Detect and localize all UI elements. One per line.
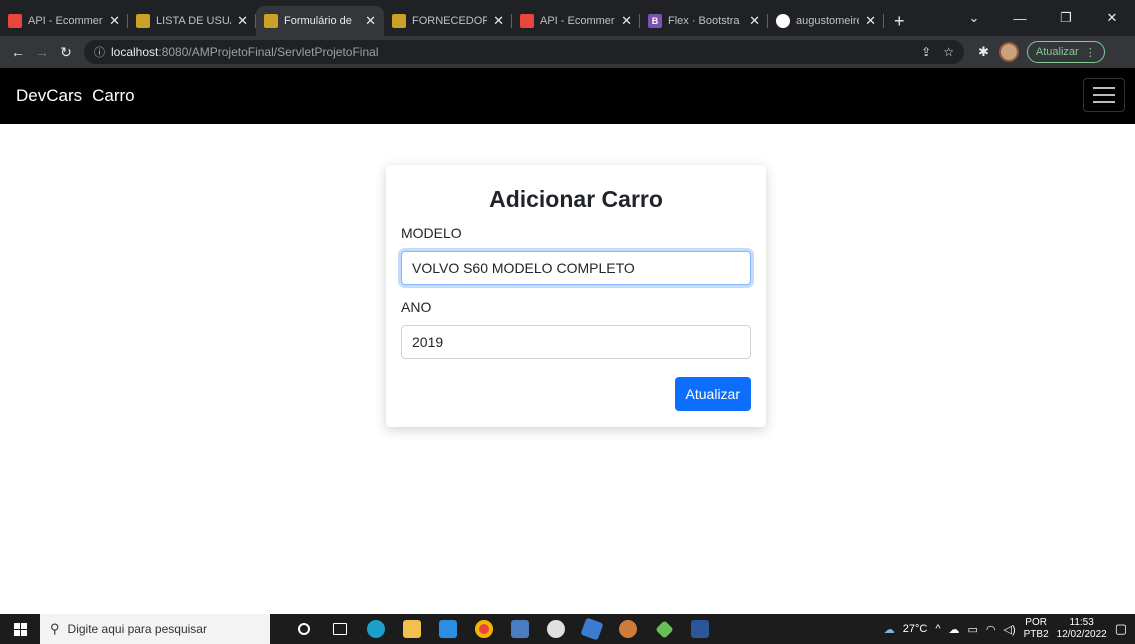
tab-formulario[interactable]: Formulário de ✕ — [256, 6, 384, 36]
language-indicator[interactable]: POR PTB2 — [1024, 617, 1049, 641]
url-host: localhost — [111, 45, 159, 59]
modelo-input[interactable] — [401, 251, 751, 285]
start-button[interactable] — [0, 614, 40, 644]
new-tab-button[interactable]: + — [884, 6, 915, 36]
extensions-puzzle-icon[interactable]: ✱ — [978, 44, 989, 60]
app-icon-diamond[interactable] — [646, 614, 682, 644]
app-icon-round[interactable] — [538, 614, 574, 644]
share-icon[interactable]: ⇪ — [921, 45, 931, 59]
forward-icon[interactable]: → — [30, 44, 54, 60]
battery-icon[interactable]: ▭ — [967, 623, 977, 636]
back-icon[interactable]: ← — [6, 44, 30, 60]
cortana-icon[interactable] — [286, 614, 322, 644]
tab-api-ecommerce-2[interactable]: API - Ecommer ✕ — [512, 6, 640, 36]
app-icon-blue[interactable] — [502, 614, 538, 644]
bookmark-star-icon[interactable]: ☆ — [943, 45, 954, 59]
file-explorer-icon[interactable] — [394, 614, 430, 644]
windows-logo-icon — [13, 622, 27, 636]
word-icon[interactable] — [682, 614, 718, 644]
github-favicon-icon — [776, 14, 790, 28]
close-tab-icon[interactable]: ✕ — [109, 13, 120, 29]
window-controls: ⌄ — ❐ ✕ — [951, 0, 1135, 36]
wifi-icon[interactable]: ◠ — [986, 623, 996, 636]
onedrive-cloud-icon[interactable]: ☁ — [948, 623, 959, 636]
tray-chevron-up-icon[interactable]: ^ — [935, 623, 940, 635]
modelo-label: MODELO — [401, 225, 462, 241]
taskbar-search-box[interactable]: ⚲ Digite aqui para pesquisar — [40, 614, 270, 644]
ano-label: ANO — [401, 299, 432, 315]
profile-avatar[interactable] — [998, 42, 1019, 62]
close-tab-icon[interactable]: ✕ — [237, 13, 248, 29]
url-path: :8080/AMProjetoFinal/ServletProjetoFinal — [158, 45, 379, 59]
postman-favicon-icon — [8, 14, 22, 28]
vscode-icon[interactable] — [430, 614, 466, 644]
settings-gear-icon[interactable] — [610, 614, 646, 644]
close-tab-icon[interactable]: ✕ — [749, 13, 760, 29]
close-tab-icon[interactable]: ✕ — [621, 13, 632, 29]
app-icon-pen[interactable] — [574, 614, 610, 644]
tab-flex-bootstrap[interactable]: B Flex · Bootstra ✕ — [640, 6, 768, 36]
minimize-icon[interactable]: — — [997, 11, 1043, 26]
address-bar[interactable]: ⓘ localhost :8080/AMProjetoFinal/Servlet… — [84, 40, 964, 64]
close-window-icon[interactable]: ✕ — [1089, 10, 1135, 26]
atualizar-button[interactable]: Atualizar — [674, 377, 751, 411]
reload-icon[interactable]: ↻ — [54, 44, 78, 61]
windows-taskbar: ⚲ Digite aqui para pesquisar ☁ 27°C ^ ☁ … — [0, 614, 1135, 644]
edge-icon[interactable] — [358, 614, 394, 644]
tab-lista-usuarios[interactable]: LISTA DE USUÁ ✕ — [128, 6, 256, 36]
tab-github[interactable]: augustomeirel ✕ — [768, 6, 884, 36]
add-car-form-card: Adicionar Carro MODELO ANO Atualizar — [386, 165, 766, 427]
search-icon: ⚲ — [50, 621, 60, 636]
close-tab-icon[interactable]: ✕ — [493, 13, 504, 29]
navbar-brand[interactable]: DevCars — [16, 86, 82, 106]
page-favicon-icon — [264, 14, 278, 28]
chrome-icon[interactable] — [466, 614, 502, 644]
volume-icon[interactable]: ◁) — [1004, 623, 1016, 636]
ano-input[interactable] — [401, 325, 751, 359]
task-view-icon[interactable] — [322, 614, 358, 644]
page-favicon-icon — [136, 14, 150, 28]
kebab-menu-icon: ⋮ — [1084, 46, 1096, 59]
maximize-icon[interactable]: ❐ — [1043, 10, 1089, 26]
browser-update-button[interactable]: Atualizar ⋮ — [1026, 41, 1105, 63]
app-navbar: DevCars Carro — [0, 68, 1135, 124]
weather-cloud-icon[interactable]: ☁ — [884, 623, 895, 636]
taskbar-pinned-apps — [286, 614, 718, 644]
tab-api-ecommerce-1[interactable]: API - Ecommer ✕ — [0, 6, 128, 36]
navbar-toggler-hamburger-icon[interactable] — [1083, 78, 1125, 112]
clock[interactable]: 11:53 12/02/2022 — [1057, 617, 1107, 641]
tab-fornecedores[interactable]: FORNECEDORI ✕ — [384, 6, 512, 36]
notifications-icon[interactable]: ▢ — [1115, 621, 1127, 637]
postman-favicon-icon — [520, 14, 534, 28]
browser-tab-strip: API - Ecommer ✕ LISTA DE USUÁ ✕ Formulár… — [0, 0, 1135, 36]
close-tab-icon[interactable]: ✕ — [365, 13, 376, 29]
weather-temp[interactable]: 27°C — [903, 623, 928, 635]
system-tray: ☁ 27°C ^ ☁ ▭ ◠ ◁) POR PTB2 11:53 12/02/2… — [884, 617, 1135, 641]
page-favicon-icon — [392, 14, 406, 28]
bootstrap-favicon-icon: B — [648, 14, 662, 28]
browser-toolbar: ← → ↻ ⓘ localhost :8080/AMProjetoFinal/S… — [0, 36, 1135, 68]
tab-search-icon[interactable]: ⌄ — [951, 10, 997, 26]
close-tab-icon[interactable]: ✕ — [865, 13, 876, 29]
site-info-icon[interactable]: ⓘ — [94, 44, 105, 60]
form-title: Adicionar Carro — [489, 186, 663, 212]
nav-link-carro[interactable]: Carro — [92, 86, 135, 106]
